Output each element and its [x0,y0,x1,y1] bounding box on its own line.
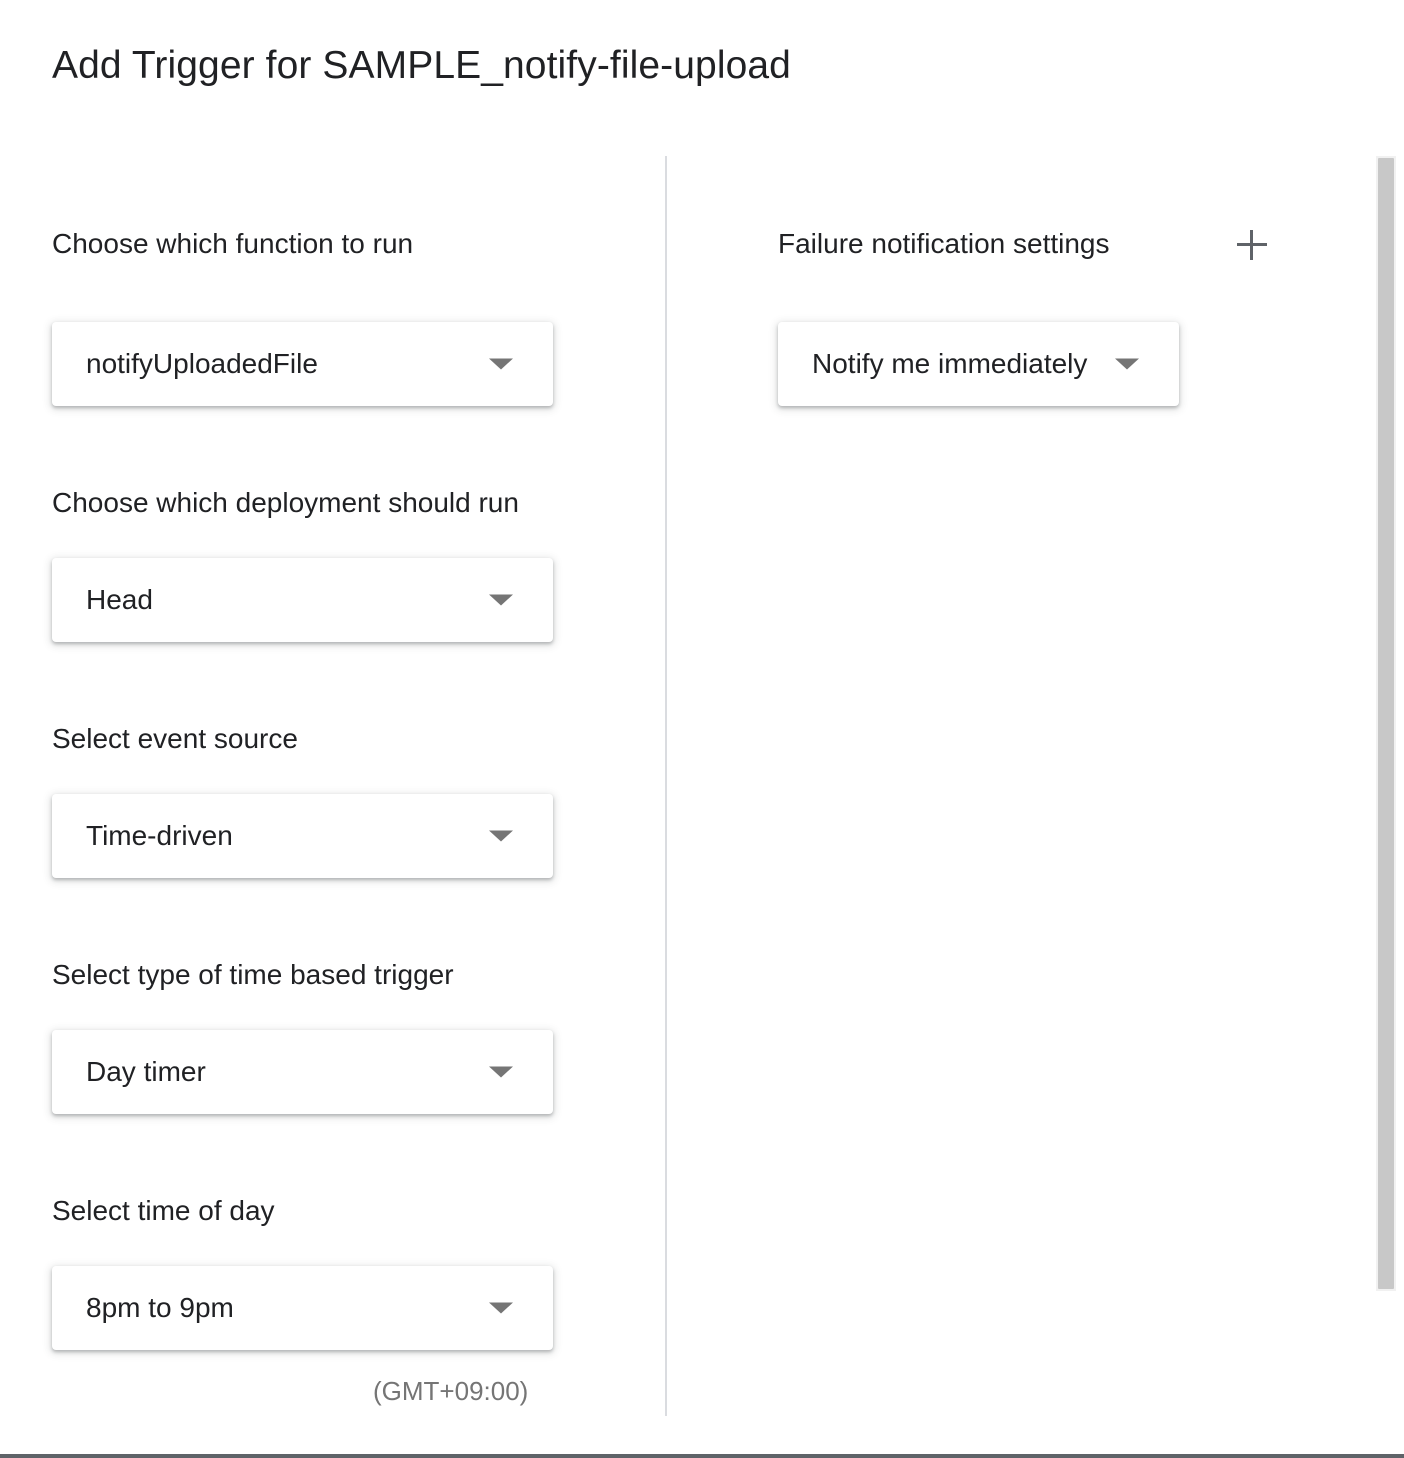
caret-down-icon [489,358,513,370]
event-source-select-value: Time-driven [86,820,233,851]
footer-divider [0,1454,1404,1458]
caret-down-icon [489,1302,513,1314]
caret-down-icon [489,594,513,606]
time-of-day-select-value: 8pm to 9pm [86,1292,234,1323]
failure-notification-select-value: Notify me immediately [812,348,1088,379]
time-trigger-type-select-value: Day timer [86,1056,206,1087]
time-trigger-type-select[interactable]: Day timer [52,1030,553,1114]
deployment-select[interactable]: Head [52,558,553,642]
event-source-select[interactable]: Time-driven [52,794,553,878]
deployment-select-value: Head [86,584,153,615]
caret-down-icon [1115,358,1139,370]
caret-down-icon [489,830,513,842]
time-trigger-type-label: Select type of time based trigger [52,959,454,990]
time-of-day-select[interactable]: 8pm to 9pm [52,1266,553,1350]
caret-down-icon [489,1066,513,1078]
deployment-label: Choose which deployment should run [52,487,519,518]
trigger-settings-panel: Choose which function to run notifyUploa… [0,0,660,1458]
timezone-note: (GMT+09:00) [373,1376,529,1406]
function-label: Choose which function to run [52,228,414,259]
function-select-value: notifyUploadedFile [86,348,318,379]
event-source-label: Select event source [52,723,298,754]
time-of-day-label: Select time of day [52,1195,275,1226]
failure-notification-select[interactable]: Notify me immediately [778,322,1179,406]
column-divider [665,156,667,1416]
add-notification-button[interactable] [1228,222,1274,268]
function-select[interactable]: notifyUploadedFile [52,322,553,406]
scrollbar-thumb[interactable] [1378,158,1394,1289]
failure-notification-label: Failure notification settings [778,228,1110,259]
